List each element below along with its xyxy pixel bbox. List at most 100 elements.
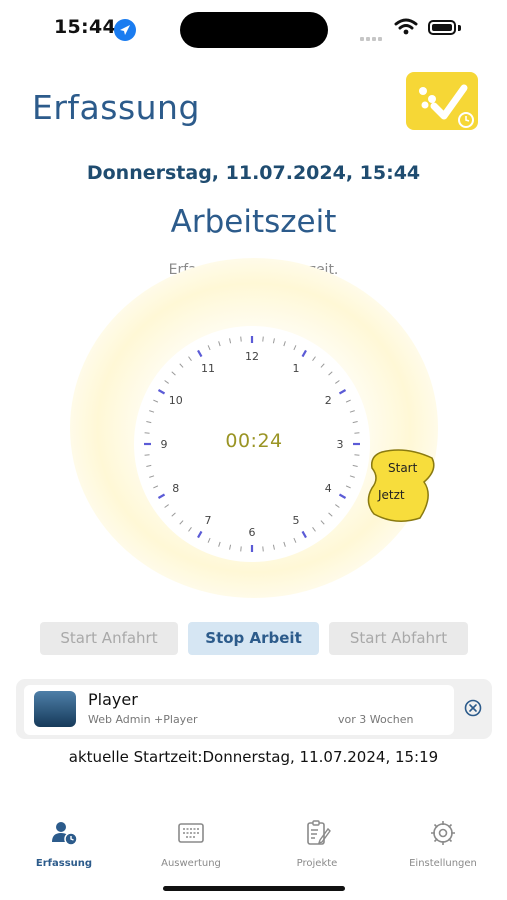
minute-tick <box>345 399 351 403</box>
minute-tick <box>229 338 232 344</box>
now-label: Jetzt <box>378 488 405 502</box>
minute-tick <box>320 363 325 368</box>
hour-tick <box>197 349 203 358</box>
minute-tick <box>328 371 333 376</box>
status-time: 15:44 <box>54 16 116 38</box>
minute-tick <box>352 464 358 467</box>
checkmark-clock-logo-icon[interactable] <box>406 72 478 130</box>
minute-tick <box>262 546 264 552</box>
minute-tick <box>320 520 325 525</box>
clock-numeral: 11 <box>201 362 215 375</box>
clock-numeral: 7 <box>205 514 212 527</box>
tab-einstellungen[interactable]: Einstellungen <box>393 818 493 870</box>
minute-tick <box>335 504 340 508</box>
clipboard-edit-icon <box>302 818 332 848</box>
minute-tick <box>188 356 192 361</box>
elapsed-timer: 00:24 <box>225 430 283 452</box>
tab-auswertung[interactable]: Auswertung <box>141 818 241 870</box>
tab-label: Erfassung <box>35 858 93 869</box>
minute-tick <box>240 336 242 342</box>
start-now-button[interactable] <box>362 448 438 524</box>
minute-tick <box>207 345 211 351</box>
start-abfahrt-button[interactable]: Start Abfahrt <box>329 622 468 655</box>
minute-tick <box>272 544 275 550</box>
clock-numeral: 8 <box>172 482 179 495</box>
minute-tick <box>144 432 150 434</box>
minute-tick <box>345 485 351 489</box>
minute-tick <box>354 432 360 434</box>
minute-tick <box>218 541 221 547</box>
minute-tick <box>312 527 316 532</box>
minute-tick <box>283 341 286 347</box>
minute-tick <box>354 454 360 456</box>
minute-tick <box>146 464 152 467</box>
minute-tick <box>229 544 232 550</box>
start-anfahrt-button[interactable]: Start Anfahrt <box>40 622 178 655</box>
minute-tick <box>164 380 169 384</box>
minute-tick <box>283 541 286 547</box>
minute-tick <box>153 485 159 489</box>
minute-tick <box>188 527 192 532</box>
minute-tick <box>218 341 221 347</box>
project-subtitle: Web Admin +Player <box>88 713 198 726</box>
stop-arbeit-button[interactable]: Stop Arbeit <box>188 622 319 655</box>
project-icon <box>34 691 76 727</box>
minute-tick <box>149 410 155 413</box>
tab-label: Auswertung <box>161 858 221 869</box>
home-indicator <box>163 886 345 891</box>
location-arrow-icon <box>114 19 136 41</box>
tab-label: Projekte <box>296 858 338 869</box>
clock-numeral: 10 <box>169 394 183 407</box>
tab-erfassung[interactable]: Erfassung <box>14 818 114 870</box>
hour-tick <box>301 530 307 539</box>
minute-tick <box>179 363 184 368</box>
hour-tick <box>157 389 166 395</box>
minute-tick <box>164 504 169 508</box>
minute-tick <box>352 421 358 424</box>
clock-numeral: 5 <box>293 514 300 527</box>
wifi-icon <box>394 18 418 40</box>
minute-tick <box>312 356 316 361</box>
minute-tick <box>153 399 159 403</box>
hour-tick <box>338 493 347 499</box>
minute-tick <box>146 421 152 424</box>
minute-tick <box>349 475 355 478</box>
minute-tick <box>144 454 150 456</box>
person-clock-icon <box>49 818 79 848</box>
minute-tick <box>349 410 355 413</box>
clock-numeral: 12 <box>245 350 259 363</box>
hour-tick <box>338 389 347 395</box>
page-title: Erfassung <box>32 88 200 127</box>
keyboard-icon <box>176 818 206 848</box>
hour-tick <box>301 349 307 358</box>
cellular-signal-icon <box>360 26 384 45</box>
minute-tick <box>262 336 264 342</box>
project-time: vor 3 Wochen <box>338 713 414 726</box>
clock-numeral: 3 <box>337 438 344 451</box>
start-label: Start <box>388 461 418 475</box>
tab-label: Einstellungen <box>409 858 477 869</box>
battery-cap <box>458 25 461 31</box>
minute-tick <box>171 512 176 517</box>
dynamic-island <box>180 12 328 48</box>
close-icon[interactable] <box>464 699 482 717</box>
battery-icon <box>428 20 456 35</box>
minute-tick <box>335 380 340 384</box>
current-date-time: Donnerstag, 11.07.2024, 15:44 <box>86 162 421 184</box>
current-start-time: aktuelle Startzeit:Donnerstag, 11.07.202… <box>68 748 439 766</box>
section-title: Arbeitszeit <box>170 204 337 240</box>
minute-tick <box>179 520 184 525</box>
project-title: Player <box>88 690 138 709</box>
minute-tick <box>171 371 176 376</box>
minute-tick <box>149 475 155 478</box>
minute-tick <box>293 537 297 543</box>
clock-numeral: 4 <box>325 482 332 495</box>
tab-projekte[interactable]: Projekte <box>267 818 367 870</box>
minute-tick <box>293 345 297 351</box>
hour-tick <box>157 493 166 499</box>
minute-tick <box>207 537 211 543</box>
clock-numeral: 6 <box>249 526 256 539</box>
clock-numeral: 2 <box>325 394 332 407</box>
minute-tick <box>240 546 242 552</box>
gear-icon <box>428 818 458 848</box>
